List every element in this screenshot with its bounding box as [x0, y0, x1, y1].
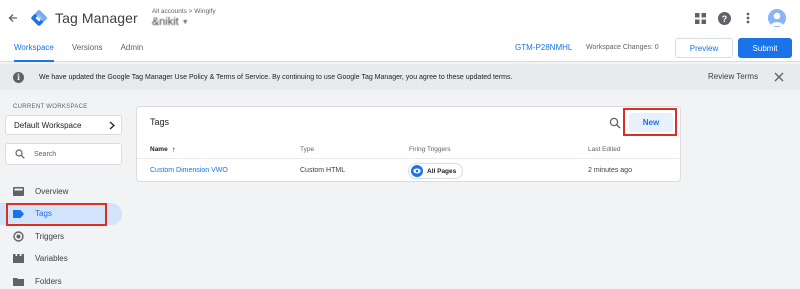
back-arrow-icon[interactable] — [4, 9, 22, 27]
sidebar-item-folders[interactable]: Folders — [0, 270, 128, 289]
account-switcher[interactable]: All accounts > Wingify &nikit ▼ — [152, 8, 216, 28]
search-placeholder: Search — [34, 150, 57, 158]
app-title: Tag Manager — [55, 10, 138, 26]
trigger-chip-label: All Pages — [427, 167, 457, 175]
chevron-right-icon — [109, 121, 115, 129]
column-header-last-edited: Last Edited — [588, 146, 621, 153]
sidebar-item-variables[interactable]: Variables — [0, 248, 128, 271]
caret-down-icon: ▼ — [181, 18, 189, 26]
workspace-bar: Workspace Versions Admin GTM-P28NMHL Wor… — [0, 36, 800, 62]
search-icon[interactable] — [609, 117, 621, 129]
container-name[interactable]: &nikit ▼ — [152, 16, 216, 28]
sidebar-item-label: Tags — [35, 209, 52, 219]
folder-icon — [12, 275, 24, 287]
sort-arrow-icon: ↑ — [171, 145, 176, 154]
last-edited-value: 2 minutes ago — [588, 167, 632, 174]
sidebar-item-triggers[interactable]: Triggers — [0, 225, 128, 248]
account-breadcrumb: All accounts > Wingify — [151, 8, 216, 15]
sidebar-item-label: Triggers — [35, 231, 65, 241]
sidebar-nav: Overview Tags Triggers Variables Folders — [0, 180, 128, 289]
tag-icon — [12, 208, 24, 220]
info-icon: i — [13, 71, 24, 83]
trigger-icon — [12, 230, 24, 242]
sidebar-item-label: Variables — [35, 254, 68, 264]
policy-notice-banner: i We have updated the Google Tag Manager… — [0, 64, 800, 90]
sidebar-item-overview[interactable]: Overview — [0, 180, 128, 203]
table-header: Name ↑ Type Firing Triggers Last Edited — [137, 141, 680, 159]
tag-name-link[interactable]: Custom Dimension VWO — [150, 160, 228, 182]
overview-icon — [12, 185, 24, 197]
new-tag-button[interactable]: New — [629, 113, 673, 132]
workspace-changes-count: Workspace Changes: 0 — [586, 44, 659, 51]
submit-button[interactable]: Submit — [738, 38, 792, 58]
variables-icon — [12, 253, 24, 265]
card-title: Tags — [150, 117, 170, 127]
more-vert-icon[interactable] — [736, 6, 760, 30]
tab-workspace[interactable]: Workspace — [14, 36, 54, 62]
tab-versions[interactable]: Versions — [72, 36, 103, 62]
help-icon[interactable]: ? — [712, 6, 736, 30]
sidebar-search-input[interactable]: Search — [5, 143, 122, 165]
table-row[interactable]: Custom Dimension VWO Custom HTML All Pag… — [137, 160, 680, 182]
top-app-bar: Tag Manager All accounts > Wingify &niki… — [0, 0, 800, 36]
eye-icon — [411, 165, 423, 177]
current-workspace-label: CURRENT WORKSPACE — [13, 104, 88, 110]
sidebar-item-label: Overview — [35, 186, 69, 196]
user-avatar[interactable] — [768, 9, 786, 27]
container-name-text: &nikit — [151, 16, 179, 28]
tags-card: Tags New Name ↑ Type Firing Triggers Las… — [136, 106, 681, 182]
search-icon — [15, 149, 25, 159]
apps-grid-icon[interactable] — [688, 6, 712, 30]
close-icon[interactable] — [773, 71, 785, 83]
sidebar-item-tags[interactable]: Tags — [0, 202, 122, 225]
sidebar-item-label: Folders — [35, 276, 62, 286]
trigger-chip[interactable]: All Pages — [408, 163, 464, 179]
workspace-name: Default Workspace — [14, 120, 82, 130]
notice-message: We have updated the Google Tag Manager U… — [39, 73, 513, 81]
svg-text:?: ? — [721, 13, 727, 23]
column-header-firing-triggers: Firing Triggers — [409, 146, 451, 153]
tab-admin[interactable]: Admin — [121, 36, 144, 62]
column-header-name[interactable]: Name ↑ — [150, 141, 176, 159]
preview-button[interactable]: Preview — [675, 38, 733, 58]
sidebar: CURRENT WORKSPACE Default Workspace Sear… — [0, 90, 128, 289]
container-id-link[interactable]: GTM-P28NMHL — [515, 36, 572, 60]
column-header-label: Name — [150, 146, 168, 153]
tag-manager-logo-icon — [31, 9, 48, 26]
column-header-type: Type — [300, 146, 315, 153]
tag-type: Custom HTML — [300, 167, 346, 174]
review-terms-button[interactable]: Review Terms — [708, 64, 758, 90]
workspace-selector[interactable]: Default Workspace — [5, 115, 122, 135]
